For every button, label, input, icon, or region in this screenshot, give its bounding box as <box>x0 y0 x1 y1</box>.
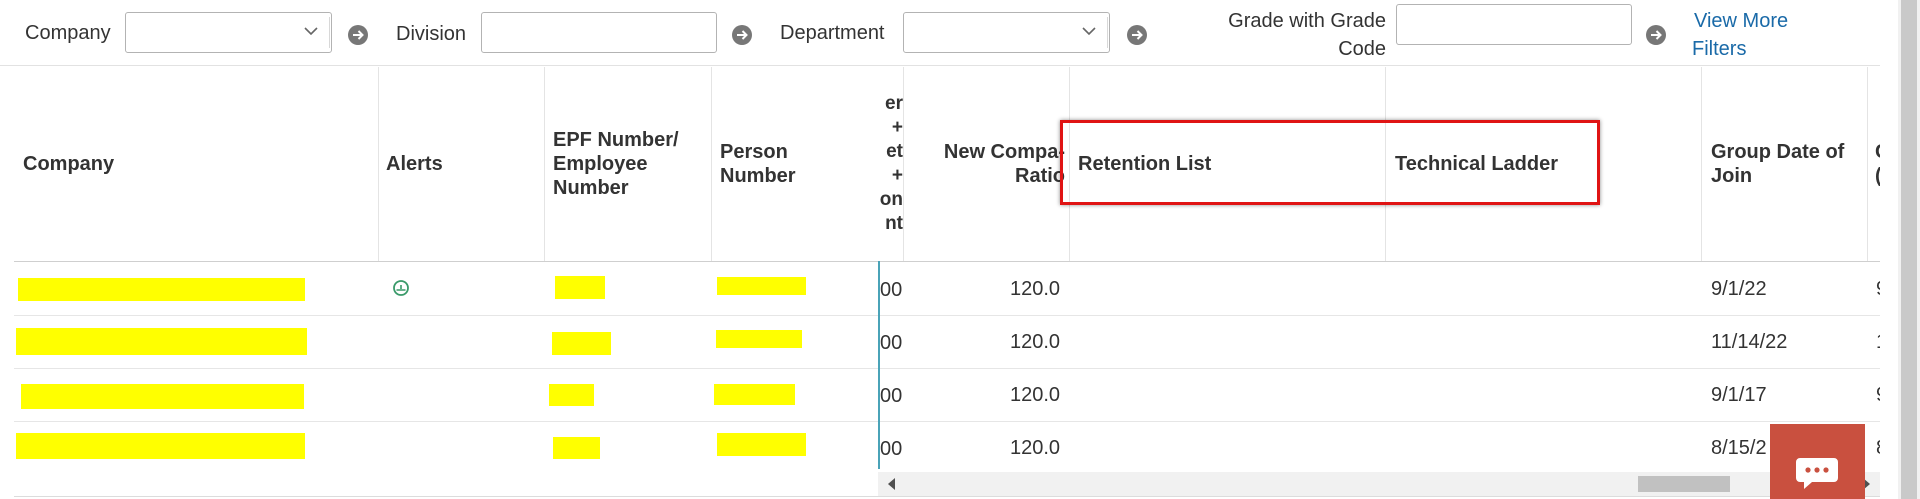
clipped-cell: 00 <box>880 438 903 460</box>
employee-table: Company Alerts EPF Number/ Employee Numb… <box>14 67 1880 499</box>
column-header-group-date-of-join[interactable]: Group Date of Join <box>1702 67 1868 261</box>
select-divider <box>329 17 331 48</box>
department-go-icon[interactable] <box>1126 24 1148 46</box>
new-compa-ratio-cell: 120.0 <box>1010 331 1061 353</box>
chevron-down-icon <box>304 27 318 36</box>
grade-input[interactable] <box>1396 4 1632 45</box>
header-epf-line3: Number <box>553 177 629 199</box>
column-header-company[interactable]: Company <box>14 67 379 261</box>
redacted-company <box>18 278 305 301</box>
column-header-alerts[interactable]: Alerts <box>379 67 545 261</box>
group-date-of-join-cell: 9/1/22 <box>1711 278 1767 300</box>
department-filter-label: Department <box>780 22 885 44</box>
header-next-line2: ( <box>1875 164 1880 188</box>
redacted-company <box>16 433 305 459</box>
view-more-filters-link[interactable]: View More Filters <box>1692 7 1789 63</box>
header-compa-line1: New Compa- <box>943 141 1065 163</box>
new-compa-ratio-cell: 120.0 <box>1010 278 1061 300</box>
redacted-company <box>21 384 304 409</box>
clipped-line-4: + <box>891 165 903 186</box>
new-compa-ratio-cell: 120.0 <box>1010 437 1061 459</box>
header-groupdate-line2: Join <box>1711 165 1753 187</box>
next-clipped-cell: 8 <box>1876 437 1880 460</box>
horizontal-scrollbar[interactable] <box>878 472 1880 496</box>
redacted-person-number <box>717 433 806 456</box>
header-divider <box>14 261 1880 262</box>
new-compa-ratio-cell: 120.0 <box>1010 384 1061 406</box>
redacted-company <box>16 328 307 355</box>
column-header-clipped[interactable]: er + et + on nt <box>880 67 904 261</box>
header-compa-line2: Ratio <box>1015 165 1065 187</box>
next-clipped-cell: 1 <box>1876 331 1880 354</box>
header-groupdate-line1: Group Date of <box>1711 141 1845 163</box>
vertical-scrollbar[interactable] <box>1898 0 1920 499</box>
highlight-box <box>1060 120 1600 205</box>
column-header-epf-number[interactable]: EPF Number/ Employee Number <box>545 67 712 261</box>
header-epf-line2: Employee <box>553 153 648 175</box>
redacted-epf-number <box>553 437 600 459</box>
group-date-of-join-cell: 9/1/17 <box>1711 384 1767 406</box>
header-epf-line1: EPF Number/ <box>553 129 679 151</box>
grade-filter-label: Grade with Grade Code <box>1180 7 1386 63</box>
grade-go-icon[interactable] <box>1645 24 1667 46</box>
scroll-left-icon[interactable] <box>888 478 895 490</box>
redacted-epf-number <box>549 384 594 406</box>
department-select[interactable] <box>903 12 1110 53</box>
company-select[interactable] <box>125 12 332 53</box>
redacted-epf-number <box>552 332 611 355</box>
column-header-new-compa-ratio[interactable]: New Compa- Ratio <box>904 67 1070 261</box>
division-go-icon[interactable] <box>731 24 753 46</box>
division-input[interactable] <box>481 12 717 53</box>
clipped-cell: 00 <box>880 385 903 407</box>
row-divider <box>14 421 1880 422</box>
select-divider <box>1107 17 1109 48</box>
row-divider <box>14 315 1880 316</box>
header-person-line1: Person <box>720 141 788 163</box>
clipped-line-2: + <box>891 117 903 138</box>
group-date-of-join-cell: 8/15/2 <box>1711 437 1767 459</box>
redacted-person-number <box>716 330 802 348</box>
company-go-icon[interactable] <box>347 24 369 46</box>
clipped-line-5: on <box>880 189 903 210</box>
next-clipped-cell: 9 <box>1876 278 1880 301</box>
redacted-person-number <box>717 277 806 295</box>
column-header-person-number[interactable]: Person Number <box>712 67 880 261</box>
row-divider <box>14 368 1880 369</box>
view-more-line2: Filters <box>1692 38 1747 60</box>
clipped-line-6: nt <box>885 213 903 234</box>
chat-bubble-icon <box>1796 458 1838 489</box>
column-header-next-clipped[interactable]: C ( <box>1868 67 1880 261</box>
redacted-epf-number <box>555 276 605 299</box>
header-next-line1: C <box>1875 140 1880 164</box>
filter-bar: Company Division Department Grade with G… <box>0 0 1880 66</box>
header-company-label: Company <box>23 153 115 175</box>
header-alerts-label: Alerts <box>386 153 443 175</box>
view-more-line1: View More <box>1694 10 1789 32</box>
division-filter-label: Division <box>396 23 467 45</box>
clipped-cell: 00 <box>880 279 903 301</box>
grade-label-line1: Grade with Grade <box>1228 10 1386 32</box>
chevron-down-icon <box>1082 27 1096 36</box>
clipped-line-3: et <box>886 141 903 162</box>
header-person-line2: Number <box>720 165 796 187</box>
alert-icon[interactable] <box>392 279 410 297</box>
frozen-column-divider <box>878 261 880 469</box>
clipped-cell: 00 <box>880 332 903 354</box>
scrollbar-thumb[interactable] <box>1638 476 1730 492</box>
group-date-of-join-cell: 11/14/22 <box>1711 331 1788 353</box>
clipped-line-1: er <box>885 93 903 114</box>
company-filter-label: Company <box>25 22 111 44</box>
redacted-person-number <box>714 384 795 405</box>
table-bottom-border <box>14 496 1880 497</box>
next-clipped-cell: 9 <box>1876 384 1880 407</box>
vertical-scrollbar-thumb[interactable] <box>1901 0 1917 499</box>
chat-button[interactable] <box>1770 424 1865 499</box>
grade-label-line2: Code <box>1338 38 1386 60</box>
